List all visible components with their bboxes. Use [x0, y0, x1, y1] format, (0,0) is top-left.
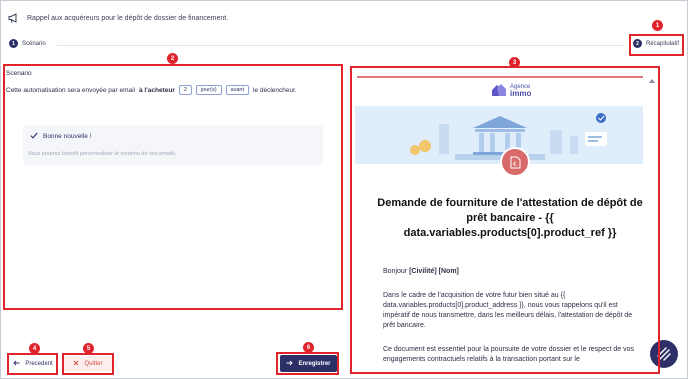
annotation-box-6 — [276, 352, 339, 375]
annotation-box-2 — [3, 64, 343, 310]
step-label: Scénario — [22, 40, 46, 47]
annotation-box-5 — [62, 353, 114, 375]
step-connector — [57, 45, 625, 46]
annotation-badge-5: 5 — [83, 343, 94, 354]
step-number: 1 — [9, 39, 18, 48]
annotation-box-1 — [629, 34, 684, 56]
annotation-badge-4: 4 — [29, 343, 40, 354]
header-bar: Rappel aux acquéreurs pour le dépôt de d… — [7, 11, 228, 25]
annotation-badge-1: 1 — [652, 20, 663, 31]
megaphone-icon — [7, 12, 19, 24]
annotation-box-4 — [7, 353, 58, 375]
app-window: Rappel aux acquéreurs pour le dépôt de d… — [0, 0, 688, 379]
annotation-badge-2: 2 — [167, 53, 178, 64]
step-bar: 1 Scénario 2 Récapitulatif — [9, 39, 683, 53]
annotation-box-3 — [350, 66, 660, 374]
step-scenario[interactable]: 1 Scénario — [9, 39, 46, 48]
annotation-badge-6: 6 — [303, 342, 314, 353]
page-title: Rappel aux acquéreurs pour le dépôt de d… — [27, 14, 229, 22]
annotation-badge-3: 3 — [509, 57, 520, 68]
